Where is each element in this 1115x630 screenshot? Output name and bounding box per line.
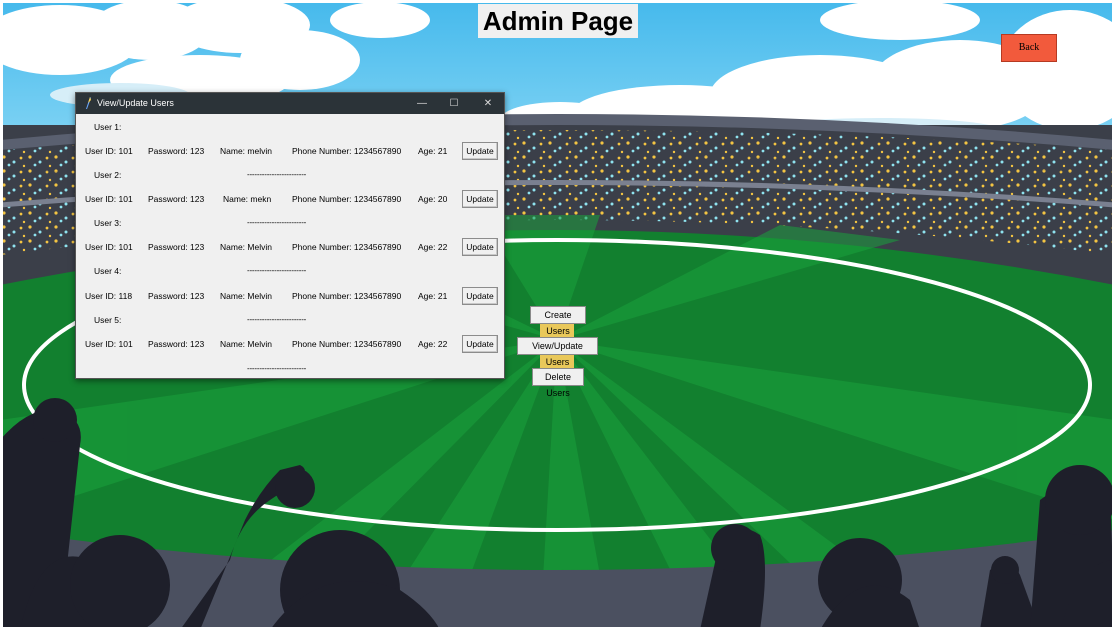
user-phone: Phone Number: 1234567890 [292,291,402,301]
user-name: Name: Melvin [220,339,272,349]
user-header: User 1: [94,122,122,132]
close-icon[interactable]: ✕ [472,93,504,114]
user-header: User 4: [94,266,122,276]
update-button[interactable]: Update [462,287,498,305]
user-phone: Phone Number: 1234567890 [292,339,402,349]
user-id: User ID: 118 [85,291,133,301]
separator: ------------------------ [247,315,307,324]
user-phone: Phone Number: 1234567890 [292,194,402,204]
back-button[interactable]: Back [1001,34,1057,62]
page-title: Admin Page [478,4,638,38]
user-password: Password: 123 [148,291,205,301]
user-password: Password: 123 [148,146,205,156]
user-age: Age: 22 [418,242,448,252]
separator: ------------------------ [247,364,307,373]
user-password: Password: 123 [148,339,205,349]
user-id: User ID: 101 [85,339,133,349]
user-age: Age: 22 [418,339,448,349]
user-name: Name: mekn [223,194,272,204]
update-button[interactable]: Update [462,335,498,353]
user-header: User 2: [94,170,122,180]
user-password: Password: 123 [148,194,205,204]
user-header: User 3: [94,218,122,228]
user-name: Name: Melvin [220,242,272,252]
user-age: Age: 21 [418,291,448,301]
maximize-icon[interactable]: ☐ [438,93,470,114]
user-header: User 5: [94,315,122,325]
user-id: User ID: 101 [85,146,133,156]
update-button[interactable]: Update [462,190,498,208]
update-button[interactable]: Update [462,142,498,160]
user-id: User ID: 101 [85,242,133,252]
separator: ------------------------ [247,170,307,179]
create-users-button[interactable]: Create Users [530,306,586,336]
feather-icon [86,97,91,109]
user-phone: Phone Number: 1234567890 [292,242,402,252]
view-update-users-button[interactable]: View/Update Users [517,337,598,367]
window-titlebar[interactable]: View/Update Users — ☐ ✕ [76,93,504,114]
view-update-users-window: View/Update Users — ☐ ✕ User 1: User ID:… [75,92,505,379]
user-age: Age: 21 [418,146,448,156]
separator: ------------------------ [247,218,307,227]
user-phone: Phone Number: 1234567890 [292,146,402,156]
user-id: User ID: 101 [85,194,133,204]
minimize-icon[interactable]: — [406,93,438,114]
user-name: Name: melvin [220,146,272,156]
delete-users-button[interactable]: Delete Users [532,368,584,398]
update-button[interactable]: Update [462,238,498,256]
user-password: Password: 123 [148,242,205,252]
separator: ------------------------ [247,266,307,275]
user-age: Age: 20 [418,194,448,204]
window-title: View/Update Users [97,98,174,108]
user-name: Name: Melvin [220,291,272,301]
